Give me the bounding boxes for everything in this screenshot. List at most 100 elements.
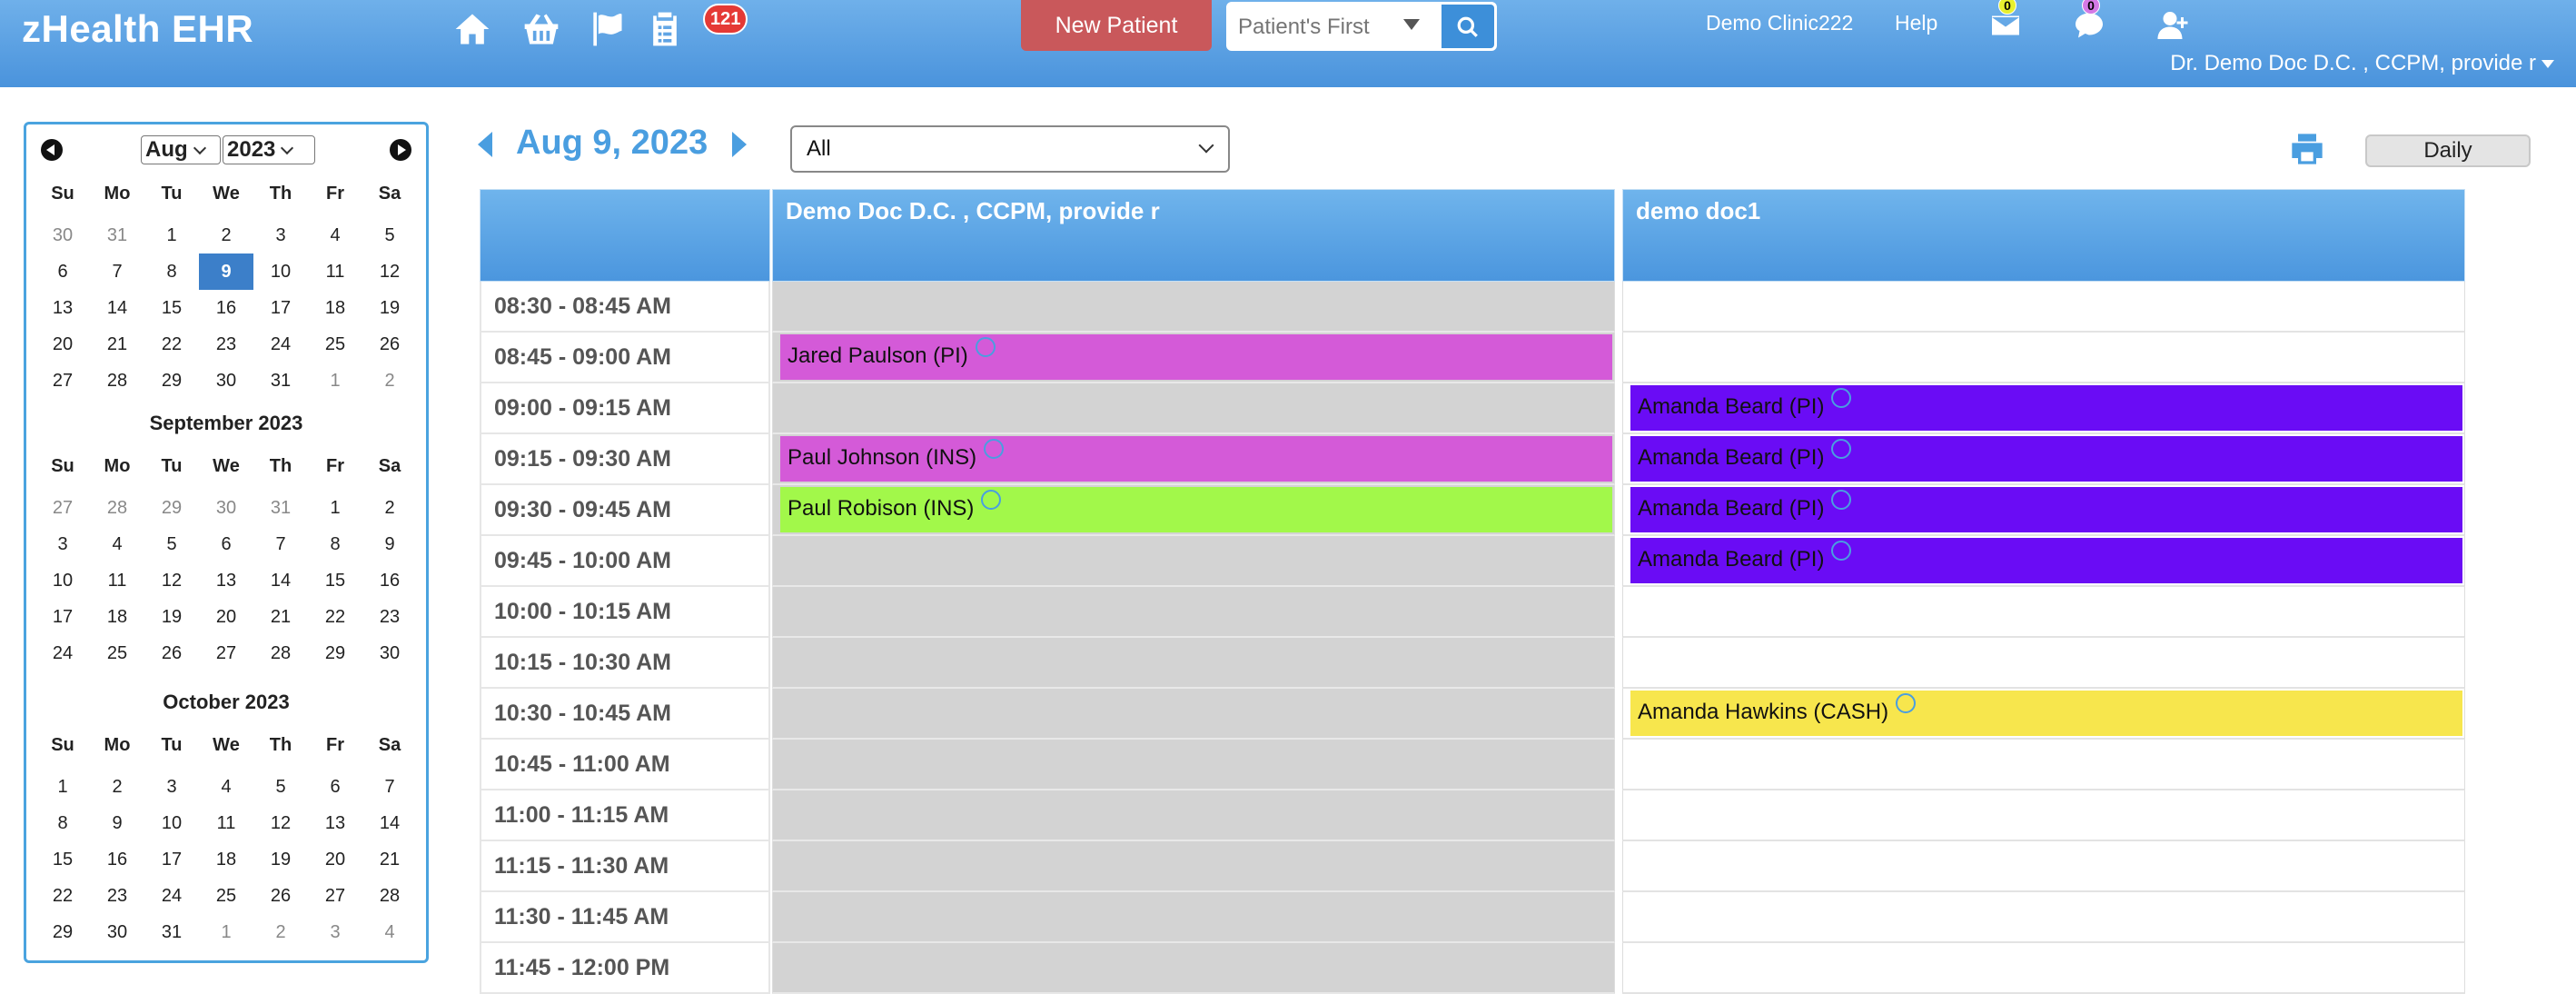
provider-filter-select[interactable]: All <box>790 125 1230 173</box>
calendar-day[interactable]: 18 <box>199 841 253 878</box>
schedule-slot[interactable]: Amanda Beard (PI) <box>1622 536 2465 587</box>
calendar-day[interactable]: 28 <box>253 635 308 671</box>
calendar-day[interactable]: 31 <box>253 363 308 399</box>
appointment-block[interactable]: Paul Robison (INS) <box>780 487 1612 532</box>
calendar-day[interactable]: 4 <box>90 526 144 562</box>
patient-search-input[interactable] <box>1238 10 1374 45</box>
schedule-slot[interactable] <box>772 638 1615 689</box>
calendar-day[interactable]: 30 <box>35 217 90 253</box>
calendar-day[interactable]: 25 <box>90 635 144 671</box>
brand-logo[interactable]: zHealth EHR <box>22 7 253 51</box>
calendar-day[interactable]: 3 <box>144 769 199 805</box>
calendar-day[interactable]: 19 <box>253 841 308 878</box>
calendar-day[interactable]: 26 <box>253 878 308 914</box>
calendar-day[interactable]: 29 <box>308 635 362 671</box>
calendar-day[interactable]: 8 <box>308 526 362 562</box>
calendar-day[interactable]: 10 <box>253 253 308 290</box>
calendar-day[interactable]: 22 <box>144 326 199 363</box>
calendar-day[interactable]: 2 <box>362 490 417 526</box>
schedule-slot[interactable] <box>772 841 1615 892</box>
calendar-day[interactable]: 13 <box>308 805 362 841</box>
calendar-day-selected[interactable]: 9 <box>199 253 253 290</box>
calendar-day[interactable]: 6 <box>199 526 253 562</box>
calendar-day[interactable]: 25 <box>199 878 253 914</box>
schedule-slot[interactable]: Amanda Hawkins (CASH) <box>1622 689 2465 740</box>
calendar-day[interactable]: 23 <box>199 326 253 363</box>
calendar-day[interactable]: 3 <box>308 914 362 950</box>
calendar-day[interactable]: 2 <box>362 363 417 399</box>
schedule-slot[interactable] <box>1622 587 2465 638</box>
calendar-day[interactable]: 2 <box>199 217 253 253</box>
calendar-day[interactable]: 22 <box>308 599 362 635</box>
appointment-block[interactable]: Amanda Beard (PI) <box>1630 487 2462 532</box>
appointment-block[interactable]: Amanda Beard (PI) <box>1630 436 2462 482</box>
calendar-day[interactable]: 11 <box>90 562 144 599</box>
calendar-day[interactable]: 30 <box>362 635 417 671</box>
calendar-day[interactable]: 19 <box>144 599 199 635</box>
appointment-status-icon[interactable] <box>1831 541 1852 561</box>
calendar-day[interactable]: 3 <box>35 526 90 562</box>
schedule-slot[interactable] <box>1622 943 2465 994</box>
calendar-day[interactable]: 14 <box>253 562 308 599</box>
appointment-block[interactable]: Amanda Hawkins (CASH) <box>1630 691 2462 736</box>
calendar-day[interactable]: 5 <box>253 769 308 805</box>
calendar-day[interactable]: 6 <box>308 769 362 805</box>
calendar-day[interactable]: 31 <box>144 914 199 950</box>
schedule-slot[interactable] <box>772 689 1615 740</box>
calendar-day[interactable]: 29 <box>144 490 199 526</box>
calendar-day[interactable]: 15 <box>144 290 199 326</box>
calendar-day[interactable]: 8 <box>35 805 90 841</box>
flag-icon[interactable] <box>587 9 627 49</box>
calendar-day[interactable]: 17 <box>35 599 90 635</box>
calendar-day[interactable]: 30 <box>90 914 144 950</box>
month-select[interactable]: Aug <box>141 135 221 164</box>
schedule-slot[interactable]: Jared Paulson (PI) <box>772 333 1615 383</box>
calendar-day[interactable]: 1 <box>144 217 199 253</box>
schedule-slot[interactable] <box>1622 282 2465 333</box>
calendar-day[interactable]: 12 <box>253 805 308 841</box>
next-day-icon[interactable] <box>732 132 747 157</box>
calendar-day[interactable]: 15 <box>35 841 90 878</box>
calendar-day[interactable]: 18 <box>90 599 144 635</box>
calendar-day[interactable]: 31 <box>90 217 144 253</box>
schedule-slot[interactable] <box>772 943 1615 994</box>
schedule-slot[interactable] <box>772 536 1615 587</box>
calendar-day[interactable]: 27 <box>35 490 90 526</box>
search-type-dropdown-icon[interactable] <box>1403 19 1420 30</box>
calendar-day[interactable]: 28 <box>90 490 144 526</box>
calendar-day[interactable]: 14 <box>362 805 417 841</box>
appointment-status-icon[interactable] <box>984 439 1005 459</box>
calendar-day[interactable]: 29 <box>144 363 199 399</box>
calendar-day[interactable]: 29 <box>35 914 90 950</box>
appointment-block[interactable]: Jared Paulson (PI) <box>780 334 1612 380</box>
basket-icon[interactable] <box>521 9 561 49</box>
schedule-slot[interactable]: Amanda Beard (PI) <box>1622 485 2465 536</box>
calendar-day[interactable]: 27 <box>35 363 90 399</box>
calendar-day[interactable]: 2 <box>90 769 144 805</box>
calendar-day[interactable]: 24 <box>35 635 90 671</box>
calendar-day[interactable]: 16 <box>90 841 144 878</box>
appointment-status-icon[interactable] <box>1896 693 1917 713</box>
calendar-day[interactable]: 8 <box>144 253 199 290</box>
schedule-slot[interactable] <box>1622 333 2465 383</box>
user-menu[interactable]: Dr. Demo Doc D.C. , CCPM, provide r <box>2170 51 2554 76</box>
calendar-day[interactable]: 1 <box>308 363 362 399</box>
calendar-day[interactable]: 5 <box>144 526 199 562</box>
appointment-status-icon[interactable] <box>975 337 996 357</box>
calendar-next-icon[interactable] <box>390 139 411 161</box>
calendar-day[interactable]: 17 <box>144 841 199 878</box>
calendar-day[interactable]: 18 <box>308 290 362 326</box>
notification-count-badge[interactable]: 121 <box>703 4 748 35</box>
calendar-day[interactable]: 16 <box>199 290 253 326</box>
calendar-day[interactable]: 23 <box>362 599 417 635</box>
calendar-day[interactable]: 9 <box>362 526 417 562</box>
calendar-day[interactable]: 7 <box>362 769 417 805</box>
add-user-icon[interactable] <box>2156 9 2189 42</box>
calendar-day[interactable]: 11 <box>308 253 362 290</box>
schedule-slot[interactable] <box>1622 790 2465 841</box>
calendar-day[interactable]: 26 <box>362 326 417 363</box>
calendar-prev-icon[interactable] <box>41 139 63 161</box>
calendar-day[interactable]: 1 <box>35 769 90 805</box>
calendar-day[interactable]: 27 <box>308 878 362 914</box>
calendar-day[interactable]: 20 <box>308 841 362 878</box>
